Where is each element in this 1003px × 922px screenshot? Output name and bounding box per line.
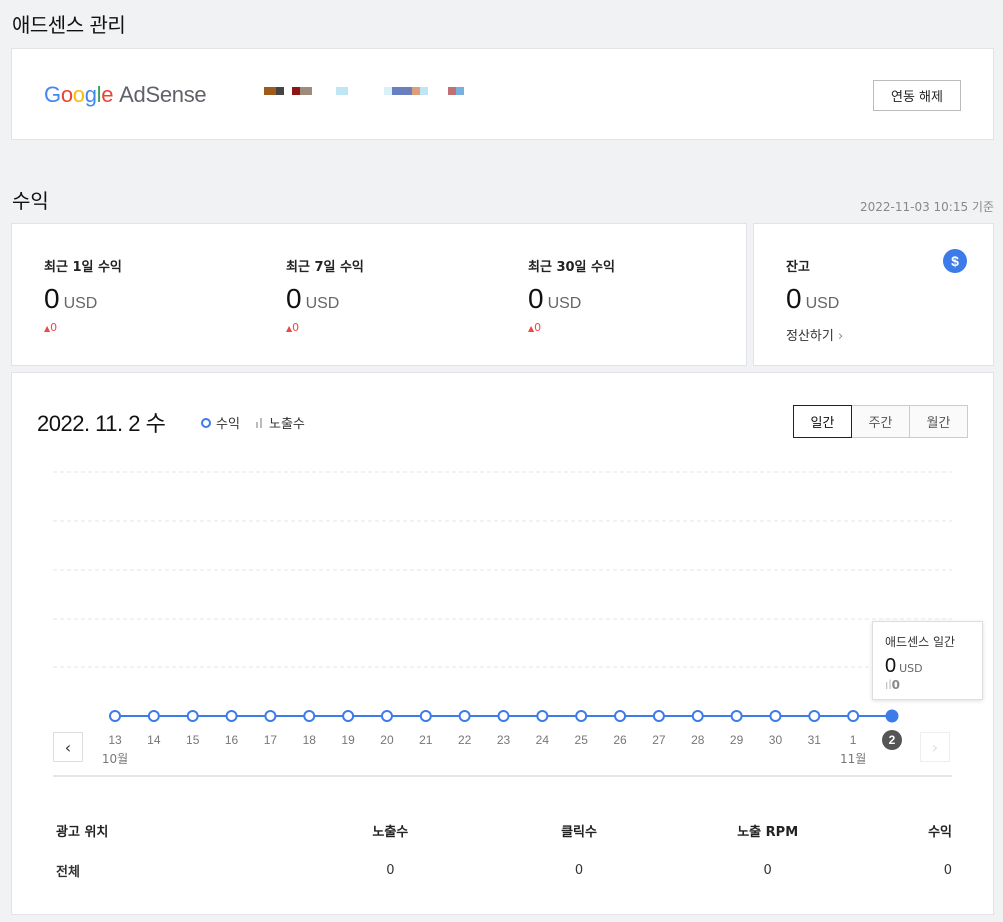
- stat-value: 0: [286, 283, 302, 314]
- data-point: [652, 710, 665, 722]
- balance-card: 잔고 0 USD 정산하기 › $: [753, 223, 994, 366]
- x-tick-label: 20: [380, 733, 394, 747]
- x-tick-label: 18: [303, 733, 317, 747]
- bar-chart-icon: ıl: [885, 678, 892, 692]
- x-tick-label: 26: [613, 733, 627, 747]
- stat-delta: ▲0: [528, 321, 542, 334]
- google-adsense-logo: Google AdSense: [44, 82, 207, 107]
- stat-30day: 최근 30일 수익 0 USD ▲0: [528, 256, 615, 334]
- x-tick-label: 2: [889, 733, 896, 747]
- chart-tooltip: 애드센스 일간 0 USD ıl0: [872, 621, 983, 700]
- data-point: [769, 710, 782, 722]
- x-tick-label: 19: [341, 733, 355, 747]
- col-header: 노출 RPM: [737, 824, 799, 840]
- x-tick-label: 17: [264, 733, 278, 747]
- x-tick-label: 31: [808, 733, 822, 747]
- data-point: [847, 710, 860, 722]
- data-point: [147, 710, 160, 722]
- balance-value: 0: [786, 283, 802, 314]
- balance-label: 잔고: [786, 260, 810, 275]
- settle-link[interactable]: 정산하기 ›: [786, 325, 843, 344]
- x-tick-label: 24: [536, 733, 550, 747]
- data-point: [497, 710, 510, 722]
- adsense-account-card: Google AdSense 연동 해제: [11, 48, 994, 140]
- x-tick-label: 14: [147, 733, 161, 747]
- table-cell: 0: [386, 862, 395, 878]
- x-tick-label: 28: [691, 733, 705, 747]
- x-tick-label: 25: [575, 733, 589, 747]
- tooltip-value: 0: [885, 655, 897, 677]
- x-tick-label: 30: [769, 733, 783, 747]
- x-tick-label: 21: [419, 733, 433, 747]
- chevron-right-icon: ›: [931, 737, 939, 757]
- revenue-title: 수익: [12, 189, 49, 213]
- data-point: [109, 710, 121, 722]
- x-tick-label: 23: [497, 733, 511, 747]
- unlink-button[interactable]: 연동 해제: [873, 80, 961, 111]
- tab-daily[interactable]: 일간: [793, 405, 852, 438]
- stat-value: 0: [528, 283, 544, 314]
- chart-next-button[interactable]: ›: [920, 732, 950, 762]
- table-header: 광고 위치 노출수 클릭수 노출 RPM 수익: [56, 810, 952, 850]
- data-point: [342, 710, 355, 722]
- stat-delta: ▲0: [286, 321, 300, 334]
- col-header: 클릭수: [561, 824, 597, 840]
- x-tick-label: 15: [186, 733, 200, 747]
- chevron-left-icon: ‹: [64, 737, 72, 757]
- stat-7day: 최근 7일 수익 0 USD ▲0: [286, 256, 364, 334]
- tooltip-unit: USD: [899, 662, 923, 675]
- data-point: [458, 710, 471, 722]
- month-label: 10월: [102, 752, 128, 766]
- stat-unit: USD: [63, 295, 98, 312]
- data-point: [264, 710, 277, 722]
- placement-table: 광고 위치 노출수 클릭수 노출 RPM 수익 전체 0 0 0 0: [56, 810, 952, 890]
- x-tick-label: 16: [225, 733, 239, 747]
- data-point: [186, 710, 199, 722]
- table-cell: 전체: [56, 864, 80, 880]
- tooltip-impressions: ıl0: [885, 678, 901, 692]
- x-tick-label: 29: [730, 733, 744, 747]
- data-point: [808, 710, 821, 722]
- data-point: [419, 710, 432, 722]
- stat-label: 최근 7일 수익: [286, 260, 364, 275]
- chevron-right-icon: ›: [837, 329, 844, 344]
- earnings-summary-card: 최근 1일 수익 0 USD ▲0 최근 7일 수익 0 USD ▲0 최근 30일…: [11, 223, 747, 366]
- tooltip-title: 애드센스 일간: [885, 635, 956, 649]
- balance-unit: USD: [805, 295, 840, 312]
- x-tick-label: 13: [108, 733, 122, 747]
- chart-prev-button[interactable]: ‹: [53, 732, 83, 762]
- month-label: 11월: [840, 752, 866, 766]
- stat-label: 최근 1일 수익: [44, 260, 122, 275]
- x-tick-label: 27: [652, 733, 666, 747]
- x-tick-label: 1: [850, 733, 857, 747]
- data-point: [730, 710, 743, 722]
- data-point: [691, 710, 704, 722]
- x-tick-label: 22: [458, 733, 472, 747]
- stat-label: 최근 30일 수익: [528, 260, 615, 275]
- stat-unit: USD: [305, 295, 340, 312]
- table-cell: 0: [763, 862, 772, 878]
- data-point: [380, 710, 393, 722]
- stat-unit: USD: [547, 295, 582, 312]
- data-point: [536, 710, 549, 722]
- data-point: [225, 710, 238, 722]
- col-header: 노출수: [372, 824, 409, 840]
- earnings-chart-card: 2022. 11. 2 수 수익 노출수 일간 주간 월간 13 14 15 16 17…: [11, 372, 994, 915]
- data-point: [575, 710, 588, 722]
- stat-1day: 최근 1일 수익 0 USD ▲0: [44, 256, 122, 334]
- table-cell: 0: [943, 862, 953, 878]
- page-title: 애드센스 관리: [12, 13, 126, 37]
- stat-delta: ▲0: [44, 321, 58, 334]
- table-cell: 0: [574, 862, 584, 878]
- col-header: 광고 위치: [56, 824, 109, 840]
- data-point: [614, 710, 627, 722]
- data-timestamp: 2022-11-03 10:15 기준: [859, 200, 994, 214]
- dollar-icon: $: [943, 249, 967, 273]
- data-point: [885, 709, 899, 723]
- data-point: [303, 710, 316, 722]
- col-header: 수익: [928, 824, 953, 840]
- stat-value: 0: [44, 283, 60, 314]
- table-row: 전체 0 0 0 0: [56, 850, 952, 890]
